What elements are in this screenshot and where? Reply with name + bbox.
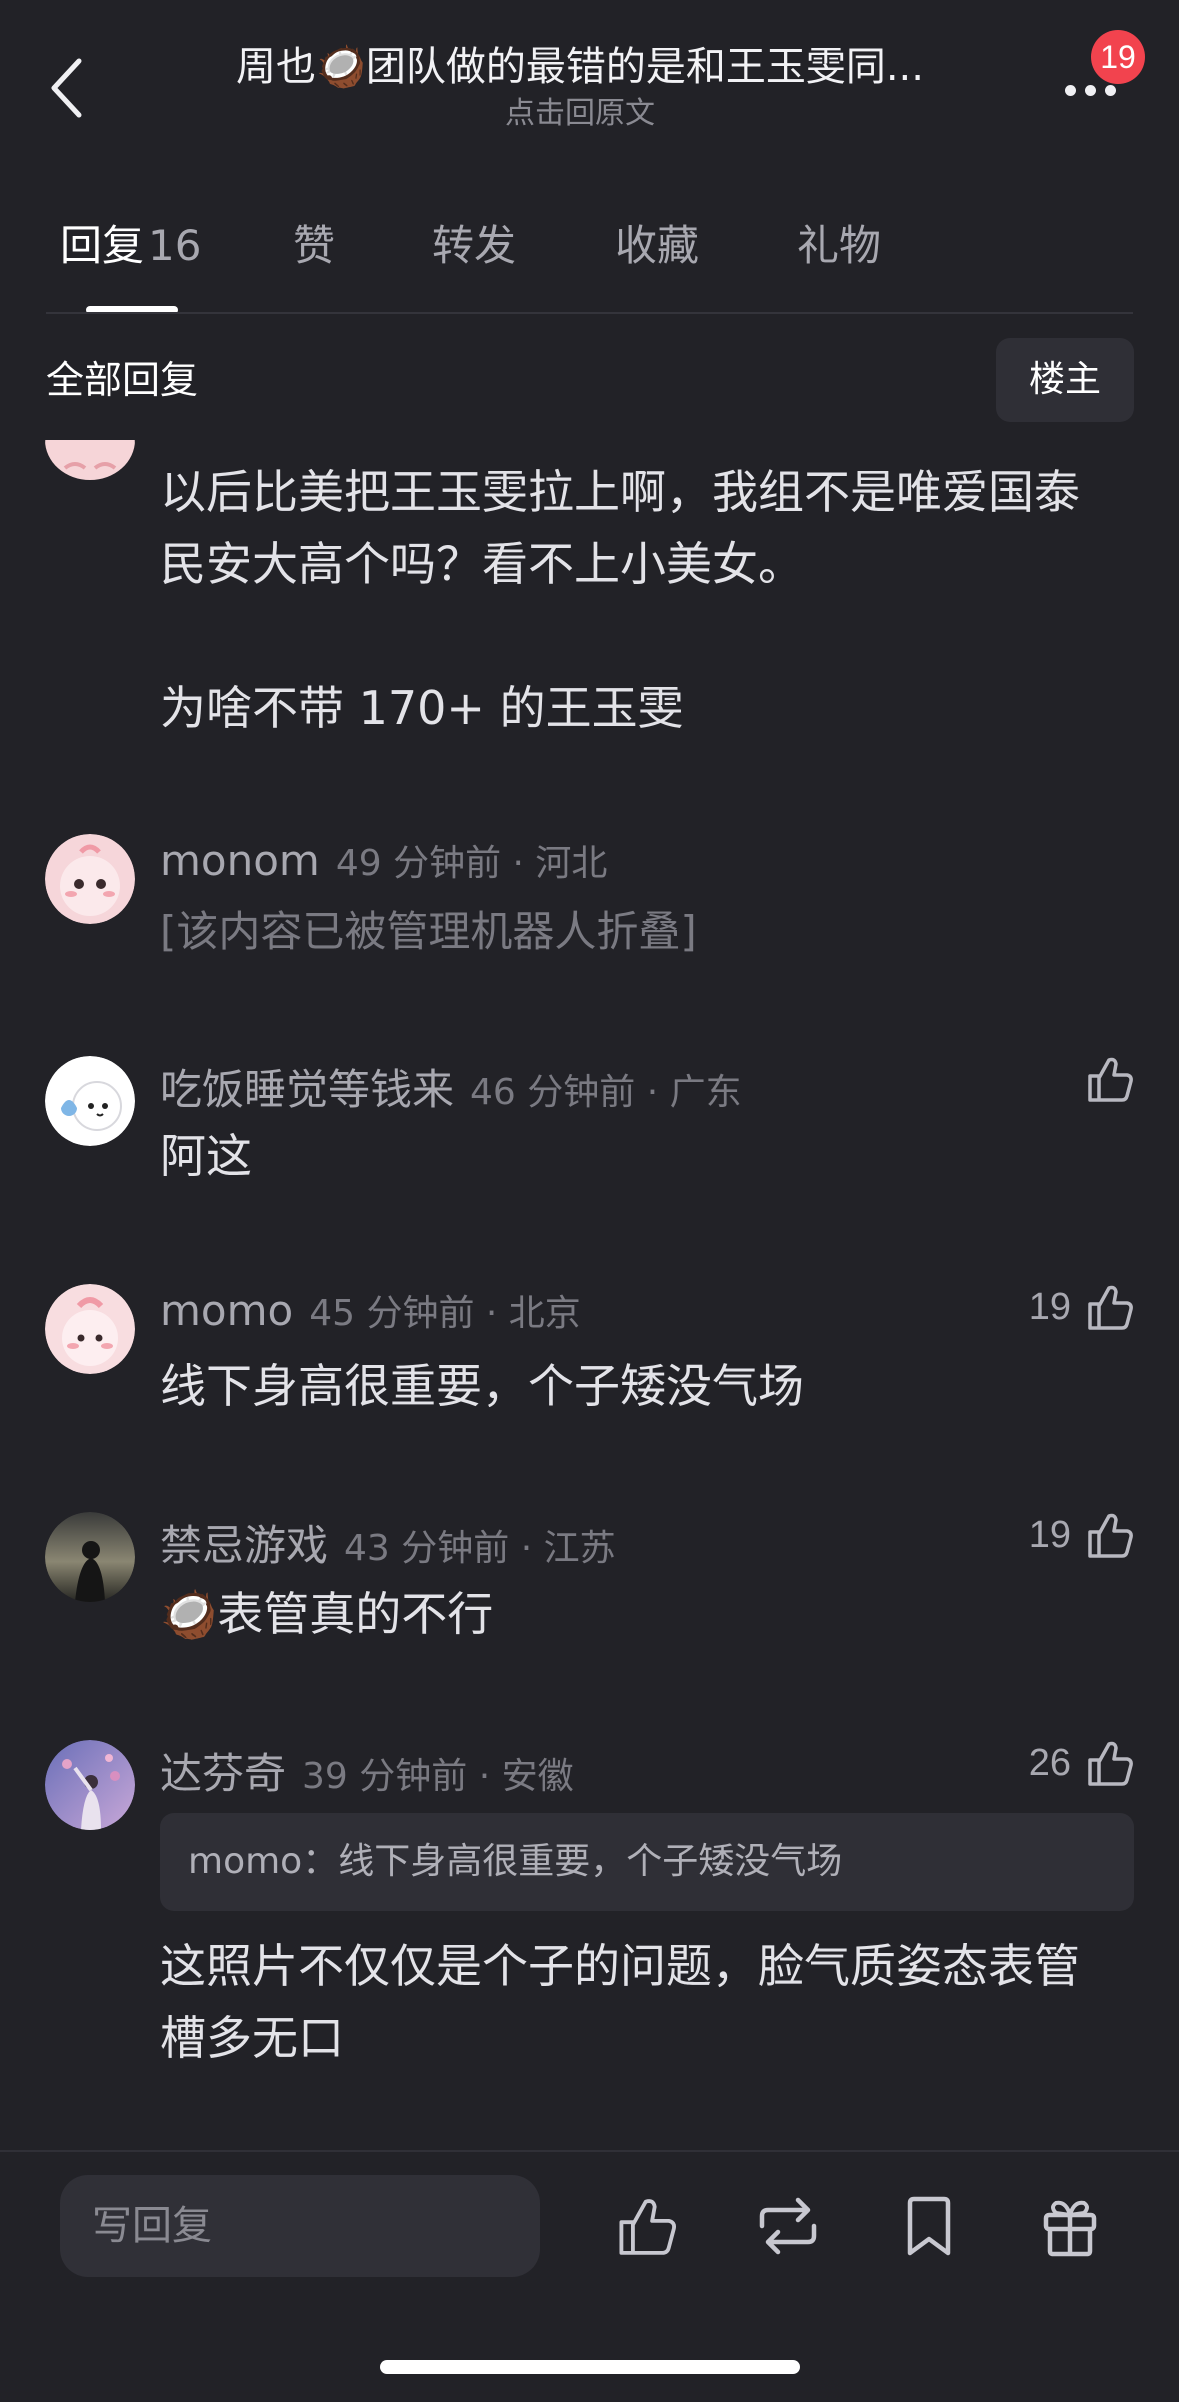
time-location: 49 分钟前 · 河北 [335,843,608,884]
like-button[interactable]: 26 [1029,1738,1135,1788]
tab-reposts[interactable]: 转发 [432,210,516,282]
divider [46,312,1133,314]
comment-text: 为啥不带 170+ 的王玉雯 [160,681,684,735]
username[interactable]: 吃饭睡觉等钱来 [160,1056,454,1117]
like-button[interactable]: 19 [1029,1282,1135,1332]
gift-button[interactable] [1034,2190,1106,2262]
username[interactable]: 达芬奇 [160,1740,286,1801]
tab-likes[interactable]: 赞 [293,210,335,282]
title-area[interactable]: 周也🥥团队做的最错的是和王玉雯同... 点击回原文 [150,38,1010,132]
notification-badge: 19 [1091,30,1145,84]
quoted-reply[interactable]: momo：线下身高很重要，个子矮没气场 [160,1813,1134,1911]
comment-text: 这照片不仅仅是个子的问题，脸气质姿态表管 槽多无口 [160,1930,1080,2074]
avatar[interactable] [45,834,135,924]
home-indicator[interactable] [380,2360,800,2374]
avatar[interactable] [45,1740,135,1830]
thumb-up-icon [1088,1741,1133,1786]
thumb-up-icon [1088,1285,1133,1330]
op-only-button[interactable]: 楼主 [996,338,1134,422]
reply-input[interactable]: 写回复 [60,2175,540,2277]
avatar[interactable] [45,1512,135,1602]
more-icon [1064,84,1076,96]
tab-gifts[interactable]: 礼物 [797,210,881,282]
thumb-up-icon [619,2199,676,2255]
like-button[interactable]: 19 [1029,1510,1135,1560]
tab-replies-count: 16 [148,221,202,270]
tab-bar: 回复16 赞 转发 收藏 礼物 [0,210,1179,314]
avatar[interactable] [45,1284,135,1374]
comment-meta: monom 49 分钟前 · 河北 [160,834,607,886]
like-button[interactable] [1085,1054,1135,1104]
like-post-button[interactable] [611,2190,683,2262]
bookmark-icon [907,2196,951,2256]
like-count: 19 [1028,1513,1071,1556]
gift-icon [1043,2200,1097,2257]
username[interactable]: 禁忌游戏 [160,1512,328,1573]
repost-button[interactable] [752,2190,824,2262]
time-location: 45 分钟前 · 北京 [309,1293,581,1334]
thumb-up-icon [1088,1057,1133,1102]
thumb-up-icon [1088,1513,1133,1558]
back-button[interactable] [36,48,96,128]
avatar[interactable] [45,1056,135,1146]
post-title[interactable]: 周也🥥团队做的最错的是和王玉雯同... [150,38,1010,96]
comment-line: 民安大高个吗？看不上小美女。 [160,537,804,591]
username[interactable]: monom [160,836,320,885]
comment-text: 🥥表管真的不行 [160,1587,494,1641]
tab-replies[interactable]: 回复16 [60,210,201,282]
comment-text: 阿这 [160,1129,252,1183]
username[interactable]: momo [160,1286,293,1335]
time-location: 43 分钟前 · 江苏 [344,1528,616,1569]
comment-line: 以后比美把王玉雯拉上啊，我组不是唯爱国泰 [160,465,1080,519]
like-count: 26 [1028,1741,1071,1784]
comment-meta: 达芬奇 39 分钟前 · 安徽 [160,1740,574,1801]
divider [0,2150,1179,2152]
header: 周也🥥团队做的最错的是和王玉雯同... 点击回原文 19 [0,0,1179,150]
tab-replies-label: 回复 [60,221,145,270]
more-icon-dot [1104,84,1116,96]
all-replies-title: 全部回复 [46,358,199,402]
time-location: 39 分钟前 · 安徽 [302,1756,574,1797]
comment-line: 这照片不仅仅是个子的问题，脸气质姿态表管 [160,1939,1080,1993]
more-icon-dot [1084,84,1096,96]
back-icon [51,58,82,118]
folded-notice: [该内容已被管理机器人折叠] [160,907,697,956]
view-original-link[interactable]: 点击回原文 [150,96,1010,132]
tab-favorites[interactable]: 收藏 [615,210,699,282]
avatar[interactable] [45,440,135,480]
comment-text: 以后比美把王玉雯拉上啊，我组不是唯爱国泰 民安大高个吗？看不上小美女。 [160,456,1080,600]
comment-meta: 禁忌游戏 43 分钟前 · 江苏 [160,1512,616,1573]
comment-text: 线下身高很重要，个子矮没气场 [160,1359,804,1413]
comment-line: 槽多无口 [160,2011,344,2065]
like-count: 19 [1028,1285,1071,1328]
repost-icon [759,2197,817,2255]
time-location: 46 分钟前 · 广东 [470,1072,742,1113]
comment-meta: momo 45 分钟前 · 北京 [160,1284,581,1336]
bookmark-button[interactable] [893,2190,965,2262]
comment-meta: 吃饭睡觉等钱来 46 分钟前 · 广东 [160,1056,742,1117]
